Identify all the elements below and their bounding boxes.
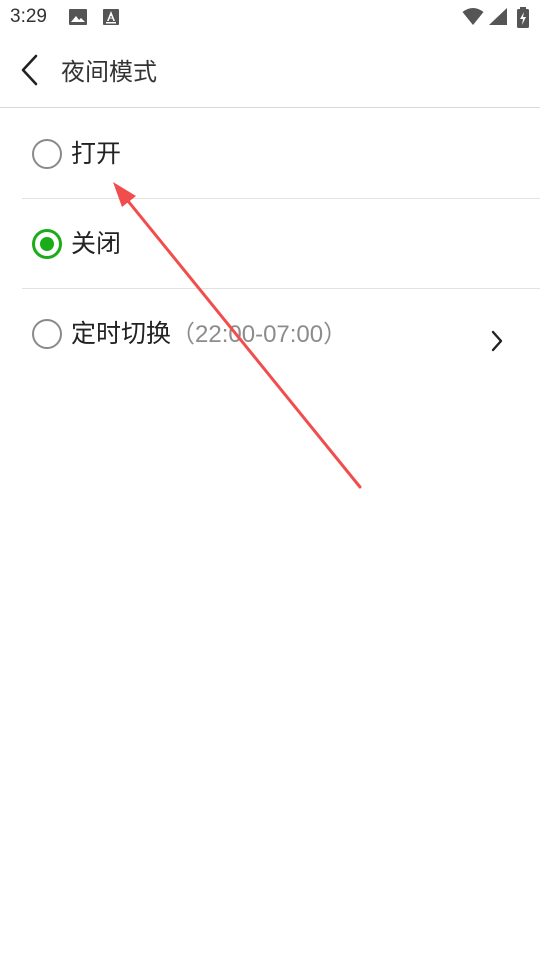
radio-button-on[interactable] bbox=[32, 139, 62, 169]
page-title: 夜间模式 bbox=[61, 58, 157, 86]
radio-button-off[interactable] bbox=[32, 229, 62, 259]
font-app-icon bbox=[102, 7, 120, 31]
image-icon bbox=[68, 7, 88, 31]
option-scheduled-text: 定时切换（22:00-07:00） bbox=[71, 318, 347, 351]
option-scheduled-time-range: （22:00-07:00） bbox=[171, 321, 348, 348]
option-off-label: 关闭 bbox=[71, 229, 122, 258]
option-list: 打开 关闭 定时切换（22:00-07:00） bbox=[0, 109, 540, 379]
wifi-icon bbox=[462, 7, 484, 31]
option-scheduled[interactable]: 定时切换（22:00-07:00） bbox=[22, 289, 540, 379]
signal-icon bbox=[488, 7, 508, 31]
option-on[interactable]: 打开 bbox=[22, 109, 540, 199]
radio-checked-dot bbox=[40, 237, 54, 251]
status-time: 3:29 bbox=[10, 6, 47, 27]
status-bar: 3:29 bbox=[0, 0, 540, 36]
back-button[interactable] bbox=[8, 48, 52, 96]
option-scheduled-label: 定时切换 bbox=[71, 319, 172, 348]
battery-charging-icon bbox=[516, 7, 530, 33]
chevron-left-icon bbox=[19, 53, 41, 91]
option-on-label: 打开 bbox=[71, 139, 122, 168]
header: 夜间模式 bbox=[0, 36, 540, 108]
chevron-right-icon[interactable] bbox=[490, 329, 504, 357]
radio-button-scheduled[interactable] bbox=[32, 319, 62, 349]
option-off[interactable]: 关闭 bbox=[22, 199, 540, 289]
